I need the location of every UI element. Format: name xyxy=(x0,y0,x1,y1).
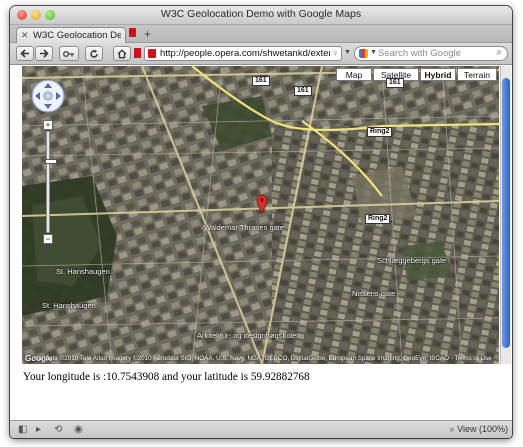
place-label: St. Hanshaugen xyxy=(42,301,96,310)
tab-close-icon[interactable]: ✕ xyxy=(21,30,29,41)
back-arrow-icon xyxy=(20,49,29,58)
browser-window: W3C Geolocation Demo with Google Maps ✕ … xyxy=(10,6,512,438)
chevron-down-icon[interactable]: ▼ xyxy=(370,49,377,56)
window-title: W3C Geolocation Demo with Google Maps xyxy=(160,8,362,20)
history-dropdown-icon[interactable]: ▼ xyxy=(344,49,351,56)
key-icon xyxy=(63,51,74,57)
terms-of-use-link[interactable]: Terms of Use xyxy=(455,355,492,362)
place-label: St. Hanshaugen xyxy=(56,267,110,276)
magnifier-icon: ⌕ xyxy=(449,424,458,434)
tab-active[interactable]: ✕ W3C Geolocation De... xyxy=(16,27,126,43)
zoom-slider-thumb[interactable] xyxy=(45,159,57,164)
forward-button[interactable] xyxy=(35,46,53,61)
road-label: 161 xyxy=(252,76,270,86)
zoom-track[interactable] xyxy=(45,131,57,233)
place-label: Schlæggebergs gate xyxy=(377,256,447,265)
map-type-hybrid[interactable]: Hybrid xyxy=(420,68,456,81)
reload-button[interactable] xyxy=(85,46,103,61)
panel-toggle-icon[interactable]: ◧ xyxy=(18,424,27,435)
home-button[interactable] xyxy=(113,46,131,61)
page-viewport: Map Satellite Hybrid Terrain + − 161 161 xyxy=(10,65,512,420)
road-label: 161 xyxy=(294,86,312,96)
map-type-terrain[interactable]: Terrain xyxy=(457,68,497,81)
map-type-map[interactable]: Map xyxy=(336,68,372,81)
pan-control[interactable] xyxy=(30,78,66,114)
satellite-imagery[interactable] xyxy=(22,66,499,364)
road-label: Ring2 xyxy=(365,214,391,224)
trash-tab-icon[interactable] xyxy=(129,28,136,37)
zoom-control[interactable]: + − xyxy=(43,120,57,244)
vertical-scrollbar[interactable] xyxy=(500,66,511,364)
location-result-text: Your longitude is :10.7543908 and your l… xyxy=(23,371,310,383)
attribution-text: Kartdata ©2010 Tele Atlas Imagery ©2010 … xyxy=(34,355,450,362)
place-label: Nissens gate xyxy=(352,289,396,298)
tab-bar: ✕ W3C Geolocation De... + xyxy=(10,25,512,43)
google-search-engine-icon[interactable] xyxy=(359,49,368,58)
location-marker-icon[interactable] xyxy=(256,194,268,214)
place-label: Waldemar Thranes gate xyxy=(204,223,285,232)
zoom-in-button[interactable]: + xyxy=(43,120,53,130)
site-favicon-icon xyxy=(148,49,156,58)
google-map[interactable]: Map Satellite Hybrid Terrain + − 161 161 xyxy=(22,66,499,364)
geolocation-icon[interactable]: ♀ xyxy=(332,48,339,58)
zoom-out-button[interactable]: − xyxy=(43,234,53,244)
sync-icon[interactable]: ⟲ xyxy=(54,424,62,435)
status-bar: ◧ ▸ ⟲ ◉ ⌕ View (100%) xyxy=(10,420,512,438)
home-icon xyxy=(117,49,127,59)
search-box[interactable]: ▼ ⌕ xyxy=(354,46,508,61)
zoom-level-text: View (100%) xyxy=(457,424,508,434)
address-bar[interactable]: http://people.opera.com/shwetankd/extern… xyxy=(144,46,342,61)
speed-dial-icon[interactable]: ▸ xyxy=(36,424,41,435)
back-button[interactable] xyxy=(16,46,34,61)
road-label: Ring2 xyxy=(367,127,393,137)
url-text[interactable]: http://people.opera.com/shwetankd/extern… xyxy=(160,48,330,59)
search-input[interactable] xyxy=(378,47,490,60)
navigation-toolbar: http://people.opera.com/shwetankd/extern… xyxy=(10,43,512,65)
map-attribution: Kartdata ©2010 Tele Atlas Imagery ©2010 … xyxy=(34,355,492,362)
wand-button[interactable] xyxy=(59,46,79,61)
new-tab-icon[interactable]: + xyxy=(144,28,151,40)
place-label: Arkitektur- og designhøgskolen xyxy=(197,331,301,340)
search-icon[interactable]: ⌕ xyxy=(496,47,502,58)
reload-icon xyxy=(90,49,98,58)
road-label: 161 xyxy=(386,78,404,88)
tab-label: W3C Geolocation De... xyxy=(33,30,121,41)
scrollbar-thumb[interactable] xyxy=(502,78,510,348)
bookmark-icon[interactable] xyxy=(134,48,141,58)
unite-icon[interactable]: ◉ xyxy=(74,424,83,435)
title-bar[interactable]: W3C Geolocation Demo with Google Maps xyxy=(10,6,512,25)
zoom-level-indicator[interactable]: ⌕ View (100%) xyxy=(450,424,508,435)
forward-arrow-icon xyxy=(40,49,49,58)
